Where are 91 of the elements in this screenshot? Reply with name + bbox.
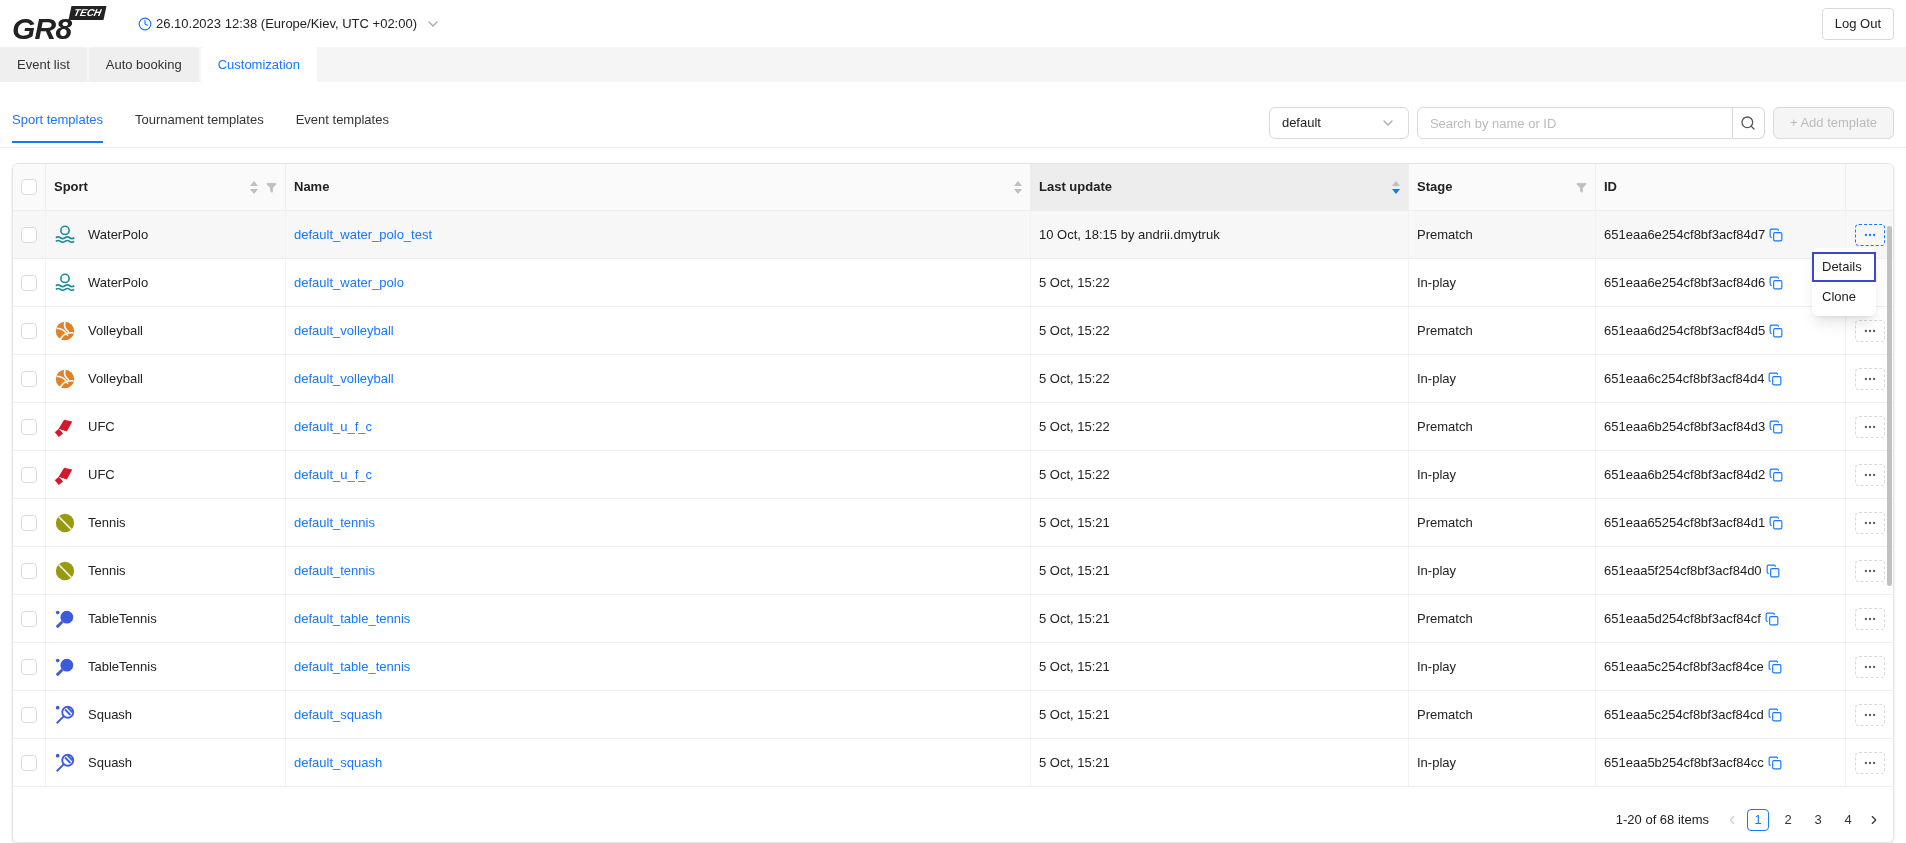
template-id: 651eaa6c254cf8bf3acf84d4 — [1604, 369, 1765, 388]
nav-tab[interactable]: Auto booking — [88, 47, 199, 82]
last-update: 5 Oct, 15:22 — [1039, 321, 1110, 340]
table-row[interactable]: UFC default_u_f_c 5 Oct, 15:22 In-play 651eaa6b254cf8bf3acf84d2 — [13, 451, 1893, 499]
last-update: 5 Oct, 15:22 — [1039, 369, 1110, 388]
logo-badge: TECH — [68, 5, 107, 20]
sport-name: WaterPolo — [88, 225, 149, 244]
table-row[interactable]: Volleyball default_volleyball 5 Oct, 15:22 Prematch 651eaa6d254cf8bf3acf84d5 — [13, 307, 1893, 355]
template-id: 651eaa6b254cf8bf3acf84d3 — [1604, 417, 1766, 436]
template-id: 651eaa5b254cf8bf3acf84cc — [1604, 753, 1764, 772]
last-update: 10 Oct, 18:15 by andrii.dmytruk — [1039, 225, 1220, 244]
template-link[interactable]: default_tennis — [294, 512, 375, 533]
last-update: 5 Oct, 15:21 — [1039, 561, 1110, 580]
template-link[interactable]: default_water_polo_test — [294, 224, 433, 245]
template-id: 651eaa6d254cf8bf3acf84d5 — [1604, 321, 1766, 340]
template-id: 651eaa5c254cf8bf3acf84ce — [1604, 657, 1764, 676]
template-link[interactable]: default_volleyball — [294, 320, 394, 341]
nav-tab[interactable]: Customization — [200, 47, 318, 82]
table-row[interactable]: UFC default_u_f_c 5 Oct, 15:22 Prematch 651eaa6b254cf8bf3acf84d3 — [13, 403, 1893, 451]
last-update: 5 Oct, 15:22 — [1039, 273, 1110, 292]
sport-name: Volleyball — [88, 321, 143, 340]
sport-name: Squash — [88, 753, 133, 772]
column-header[interactable]: Last update — [1031, 164, 1409, 210]
last-update: 5 Oct, 15:22 — [1039, 465, 1110, 484]
stage-text: In-play — [1417, 753, 1457, 772]
page-button[interactable]: 3 — [1807, 809, 1829, 831]
column-header[interactable]: Stage — [1409, 164, 1596, 210]
template-id: 651eaa6e254cf8bf3acf84d7 — [1604, 225, 1766, 244]
pagination-summary: 1-20 of 68 items — [1615, 811, 1709, 830]
template-link[interactable]: default_squash — [294, 704, 383, 725]
nav-tab[interactable]: Event list — [0, 47, 87, 82]
sport-name: TableTennis — [88, 657, 157, 676]
last-update: 5 Oct, 15:21 — [1039, 753, 1110, 772]
sub-tab[interactable]: Event templates — [295, 99, 389, 143]
page-button[interactable]: 1 — [1747, 809, 1769, 831]
sport-name: UFC — [88, 465, 115, 484]
template-id: 651eaa6e254cf8bf3acf84d6 — [1604, 273, 1766, 292]
table-row[interactable]: TableTennis default_table_tennis 5 Oct, 15:21 Prematch 651eaa5d254cf8bf3acf84cf — [13, 595, 1893, 643]
stage-text: In-play — [1417, 273, 1457, 292]
stage-text: In-play — [1417, 369, 1457, 388]
sub-tab[interactable]: Tournament templates — [135, 99, 264, 143]
stage-text: In-play — [1417, 465, 1457, 484]
table-row[interactable]: Tennis default_tennis 5 Oct, 15:21 Prematch 651eaa65254cf8bf3acf84d1 — [13, 499, 1893, 547]
table-row[interactable]: Tennis default_tennis 5 Oct, 15:21 In-play 651eaa5f254cf8bf3acf84d0 — [13, 547, 1893, 595]
sport-name: Volleyball — [88, 369, 143, 388]
sport-name: Tennis — [88, 561, 126, 580]
column-header[interactable]: Sport — [46, 164, 286, 210]
page-button[interactable]: 2 — [1777, 809, 1799, 831]
stage-text: Prematch — [1417, 705, 1473, 724]
template-id: 651eaa5f254cf8bf3acf84d0 — [1604, 561, 1762, 580]
sport-name: Tennis — [88, 513, 126, 532]
column-header[interactable]: ID — [1596, 164, 1846, 210]
template-link[interactable]: default_u_f_c — [294, 416, 373, 437]
template-select[interactable]: default — [1268, 107, 1409, 139]
template-link[interactable]: default_water_polo — [294, 272, 404, 293]
stage-text: Prematch — [1417, 513, 1473, 532]
stage-text: Prematch — [1417, 321, 1473, 340]
last-update: 5 Oct, 15:21 — [1039, 513, 1110, 532]
sport-name: UFC — [88, 417, 115, 436]
sport-name: TableTennis — [88, 609, 157, 628]
template-link[interactable]: default_squash — [294, 752, 383, 773]
logout-button[interactable]: Log Out — [1821, 7, 1894, 40]
menu-item[interactable]: Details — [1812, 252, 1876, 282]
last-update: 5 Oct, 15:22 — [1039, 417, 1110, 436]
stage-text: Prematch — [1417, 225, 1473, 244]
template-id: 651eaa5c254cf8bf3acf84cd — [1604, 705, 1764, 724]
table-row[interactable]: Squash default_squash 5 Oct, 15:21 In-play 651eaa5b254cf8bf3acf84cc — [13, 739, 1893, 787]
page-button[interactable]: 4 — [1837, 809, 1859, 831]
template-link[interactable]: default_table_tennis — [294, 656, 411, 677]
template-link[interactable]: default_volleyball — [294, 368, 394, 389]
stage-text: In-play — [1417, 657, 1457, 676]
search-field[interactable]: Search by name or ID — [1416, 107, 1733, 139]
template-link[interactable]: default_tennis — [294, 560, 375, 581]
sport-name: WaterPolo — [88, 273, 149, 292]
sport-name: Squash — [88, 705, 133, 724]
table-row[interactable]: Squash default_squash 5 Oct, 15:21 Prematch 651eaa5c254cf8bf3acf84cd — [13, 691, 1893, 739]
last-update: 5 Oct, 15:21 — [1039, 657, 1110, 676]
last-update: 5 Oct, 15:21 — [1039, 705, 1110, 724]
last-update: 5 Oct, 15:21 — [1039, 609, 1110, 628]
template-id: 651eaa65254cf8bf3acf84d1 — [1604, 513, 1766, 532]
stage-text: Prematch — [1417, 609, 1473, 628]
stage-text: Prematch — [1417, 417, 1473, 436]
table-row[interactable]: TableTennis default_table_tennis 5 Oct, 15:21 In-play 651eaa5c254cf8bf3acf84ce — [13, 643, 1893, 691]
template-link[interactable]: default_u_f_c — [294, 464, 373, 485]
template-id: 651eaa6b254cf8bf3acf84d2 — [1604, 465, 1766, 484]
stage-text: In-play — [1417, 561, 1457, 580]
template-id: 651eaa5d254cf8bf3acf84cf — [1604, 609, 1761, 628]
table-row[interactable]: Volleyball default_volleyball 5 Oct, 15:22 In-play 651eaa6c254cf8bf3acf84d4 — [13, 355, 1893, 403]
sub-tab[interactable]: Sport templates — [12, 99, 104, 143]
date-time: 26.10.2023 12:38 (Europe/Kiev, UTC +02:00) — [156, 14, 417, 33]
template-link[interactable]: default_table_tennis — [294, 608, 411, 629]
